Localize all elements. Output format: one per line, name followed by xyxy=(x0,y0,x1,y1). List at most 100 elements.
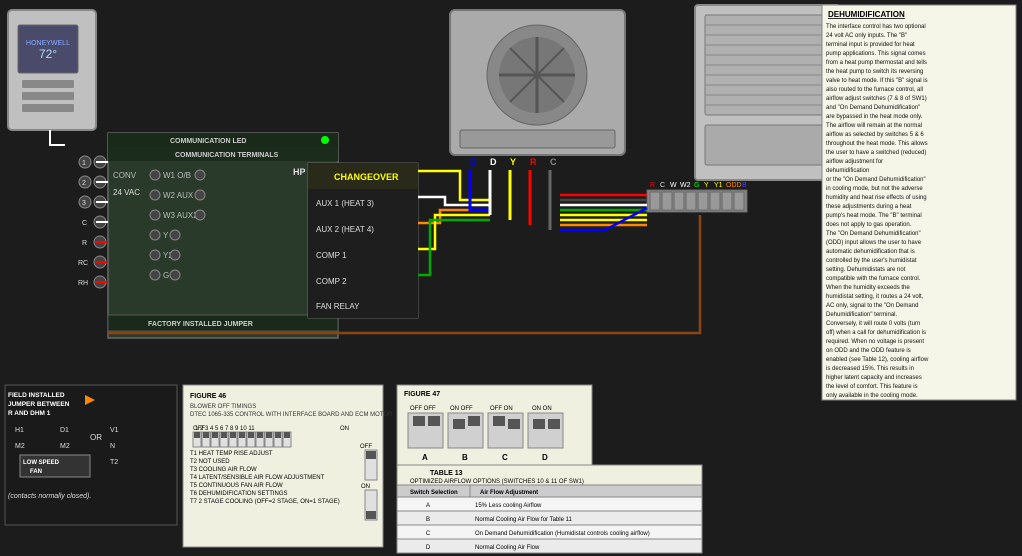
svg-text:T3 COOLING AIR FLOW: T3 COOLING AIR FLOW xyxy=(190,467,257,473)
svg-text:ON: ON xyxy=(340,426,349,432)
svg-text:C: C xyxy=(660,182,665,189)
svg-text:FAN: FAN xyxy=(30,469,42,475)
svg-text:higher latent capacity and inc: higher latent capacity and increases xyxy=(826,375,922,381)
svg-text:the level of comfort. This fea: the level of comfort. This feature is xyxy=(826,384,918,390)
svg-text:R AND DHM 1: R AND DHM 1 xyxy=(8,410,51,417)
svg-text:HONEYWELL: HONEYWELL xyxy=(26,40,70,47)
svg-text:the heat pump to switch its re: the heat pump to switch its reversing xyxy=(826,69,923,75)
svg-text:T4 LATENT/SENSIBLE AIR FLOW A: T4 LATENT/SENSIBLE AIR FLOW ADJUSTMENT xyxy=(190,475,325,481)
svg-text:Dehumidification" terminal.: Dehumidification" terminal. xyxy=(826,312,897,318)
svg-text:Y: Y xyxy=(163,231,169,240)
svg-text:T6 DEHUMIDIFICATION SETTINGS: T6 DEHUMIDIFICATION SETTINGS xyxy=(190,491,288,497)
svg-text:COMP 2: COMP 2 xyxy=(316,277,347,286)
svg-text:ON OFF: ON OFF xyxy=(450,406,473,412)
svg-text:and "On Demand Dehumidificatio: and "On Demand Dehumidification" xyxy=(826,105,920,111)
svg-text:DEHUMIDIFICATION: DEHUMIDIFICATION xyxy=(828,10,905,19)
main-diagram: HONEYWELL 72° COMMUNICATION LED COMMUNIC… xyxy=(0,0,1022,556)
svg-text:1 2 3 4 5 6 7 8 9 10 11: 1 2 3 4 5 6 7 8 9 10 11 xyxy=(195,426,255,432)
svg-text:throughout the heat mode. This: throughout the heat mode. This allows xyxy=(826,141,928,147)
svg-text:2: 2 xyxy=(82,180,86,187)
svg-text:airflow adjust switches (7 & 8: airflow adjust switches (7 & 8 of SW1) xyxy=(826,96,927,102)
svg-text:enabled (see Table 12), coolin: enabled (see Table 12), cooling airflow xyxy=(826,357,929,363)
svg-text:pump's heat mode. The "B" term: pump's heat mode. The "B" terminal xyxy=(826,213,922,219)
svg-text:The interface control has two: The interface control has two optional xyxy=(826,24,926,30)
svg-text:DTEC 1065-335 CONTROL WITH INT: DTEC 1065-335 CONTROL WITH INTERFACE BOA… xyxy=(190,412,393,418)
svg-text:LOW SPEED: LOW SPEED xyxy=(23,460,60,466)
svg-text:OFF OFF: OFF OFF xyxy=(410,406,436,412)
svg-text:COMMUNICATION TERMINALS: COMMUNICATION TERMINALS xyxy=(175,152,279,159)
svg-text:W2: W2 xyxy=(680,182,691,189)
svg-text:ON: ON xyxy=(361,484,370,490)
svg-text:from a heat pump thermostat an: from a heat pump thermostat and tells xyxy=(826,60,927,66)
svg-text:COMP 1: COMP 1 xyxy=(316,251,347,260)
svg-text:these adjustments during a hea: these adjustments during a heat xyxy=(826,204,912,210)
svg-text:FACTORY INSTALLED JUMPER: FACTORY INSTALLED JUMPER xyxy=(148,321,253,328)
svg-text:Air Flow Adjustment: Air Flow Adjustment xyxy=(480,490,538,496)
svg-text:CONV: CONV xyxy=(113,171,137,180)
svg-text:off) when a call for dehumidif: off) when a call for dehumidification is xyxy=(826,330,926,336)
svg-text:W3 AUX2: W3 AUX2 xyxy=(163,211,198,220)
svg-text:On Demand Dehumidification (Hu: On Demand Dehumidification (Humidistat c… xyxy=(475,531,650,537)
svg-text:B: B xyxy=(426,517,430,523)
svg-text:valve to heat mode. If this "B: valve to heat mode. If this "B" signal i… xyxy=(826,78,928,84)
svg-text:in cooling mode, but not the a: in cooling mode, but not the adverse xyxy=(826,186,923,192)
svg-text:does not apply to gas operatio: does not apply to gas operation. xyxy=(826,222,912,228)
svg-text:JUMPER BETWEEN: JUMPER BETWEEN xyxy=(8,401,70,408)
svg-text:W: W xyxy=(670,182,677,189)
svg-text:The "On Demand Dehumidificatio: The "On Demand Dehumidification" xyxy=(826,231,921,237)
svg-text:AC only, signal to the "On Dem: AC only, signal to the "On Demand xyxy=(826,303,918,309)
svg-text:W1 O/B: W1 O/B xyxy=(163,171,191,180)
svg-text:W2 AUX: W2 AUX xyxy=(163,191,194,200)
svg-text:Normal Cooling Air Flow: Normal Cooling Air Flow xyxy=(475,545,540,551)
svg-text:humidistat setting, it routes: humidistat setting, it routes a 24 volt, xyxy=(826,294,924,300)
svg-text:Y2: Y2 xyxy=(163,251,173,260)
svg-text:T5 CONTINUOUS FAN AIR FLOW: T5 CONTINUOUS FAN AIR FLOW xyxy=(190,483,283,489)
svg-text:airflow adjustment for: airflow adjustment for xyxy=(826,159,883,165)
svg-text:G: G xyxy=(163,271,169,280)
svg-text:required. When no voltage is p: required. When no voltage is present xyxy=(826,339,924,345)
svg-text:OFF: OFF xyxy=(193,426,205,432)
svg-text:OFF: OFF xyxy=(360,444,372,450)
svg-text:dehumidification: dehumidification xyxy=(826,168,869,174)
svg-text:controlled by the user's humid: controlled by the user's humidistat xyxy=(826,258,917,264)
svg-text:Y: Y xyxy=(510,157,516,167)
svg-text:BLOWER OFF TIMINGS: BLOWER OFF TIMINGS xyxy=(190,404,256,410)
svg-text:FIGURE 47: FIGURE 47 xyxy=(404,391,440,398)
svg-text:R: R xyxy=(530,157,537,167)
svg-text:terminal input is provided for: terminal input is provided for heat xyxy=(826,42,915,48)
svg-text:B: B xyxy=(470,157,477,167)
svg-text:pump applications. This signal: pump applications. This signal comes xyxy=(826,51,926,57)
svg-text:OPTIMIZED AIRFLOW OPTIONS (SWI: OPTIMIZED AIRFLOW OPTIONS (SWITCHES 10 &… xyxy=(410,479,584,485)
svg-text:setting. Dehumidistats are not: setting. Dehumidistats are not xyxy=(826,267,906,273)
svg-text:compatible with the furnace co: compatible with the furnace control. xyxy=(826,276,921,282)
svg-text:ON ON: ON ON xyxy=(532,406,552,412)
svg-text:TABLE 13: TABLE 13 xyxy=(430,470,463,477)
svg-text:OR: OR xyxy=(90,433,102,442)
svg-text:C: C xyxy=(550,157,557,167)
svg-text:the user to have a switched (r: the user to have a switched (reduced) xyxy=(826,150,926,156)
svg-text:(contacts normally closed).: (contacts normally closed). xyxy=(8,493,91,500)
svg-text:N: N xyxy=(110,443,115,450)
svg-text:C: C xyxy=(502,453,508,462)
svg-text:A: A xyxy=(426,503,430,509)
svg-text:FIGURE 46: FIGURE 46 xyxy=(190,393,226,400)
svg-text:T2: T2 xyxy=(110,459,118,466)
svg-text:HP: HP xyxy=(293,167,306,177)
svg-text:24 VAC: 24 VAC xyxy=(113,188,140,197)
svg-text:1: 1 xyxy=(82,160,86,167)
svg-text:D: D xyxy=(490,157,497,167)
svg-text:24 volt AC only inputs. The "B: 24 volt AC only inputs. The "B" xyxy=(826,33,907,39)
wiring-diagram: HONEYWELL 72° COMMUNICATION LED COMMUNIC… xyxy=(0,0,1022,556)
svg-text:automatic dehumidification tha: automatic dehumidification that is xyxy=(826,249,915,255)
svg-text:C: C xyxy=(426,531,431,537)
svg-text:AUX 2 (HEAT 4): AUX 2 (HEAT 4) xyxy=(316,225,374,234)
svg-text:B: B xyxy=(462,453,468,462)
svg-text:airflow as selected by switche: airflow as selected by switches 5 & 6 xyxy=(826,132,924,138)
svg-text:also routed to the furnace con: also routed to the furnace control, all xyxy=(826,87,923,93)
svg-text:Switch Selection: Switch Selection xyxy=(410,490,458,496)
svg-text:AUX 1 (HEAT 3): AUX 1 (HEAT 3) xyxy=(316,199,374,208)
svg-text:Y: Y xyxy=(704,182,709,189)
svg-text:OFF ON: OFF ON xyxy=(490,406,513,412)
svg-text:When the humidity exceeds the: When the humidity exceeds the xyxy=(826,285,910,291)
svg-text:R: R xyxy=(650,182,655,189)
